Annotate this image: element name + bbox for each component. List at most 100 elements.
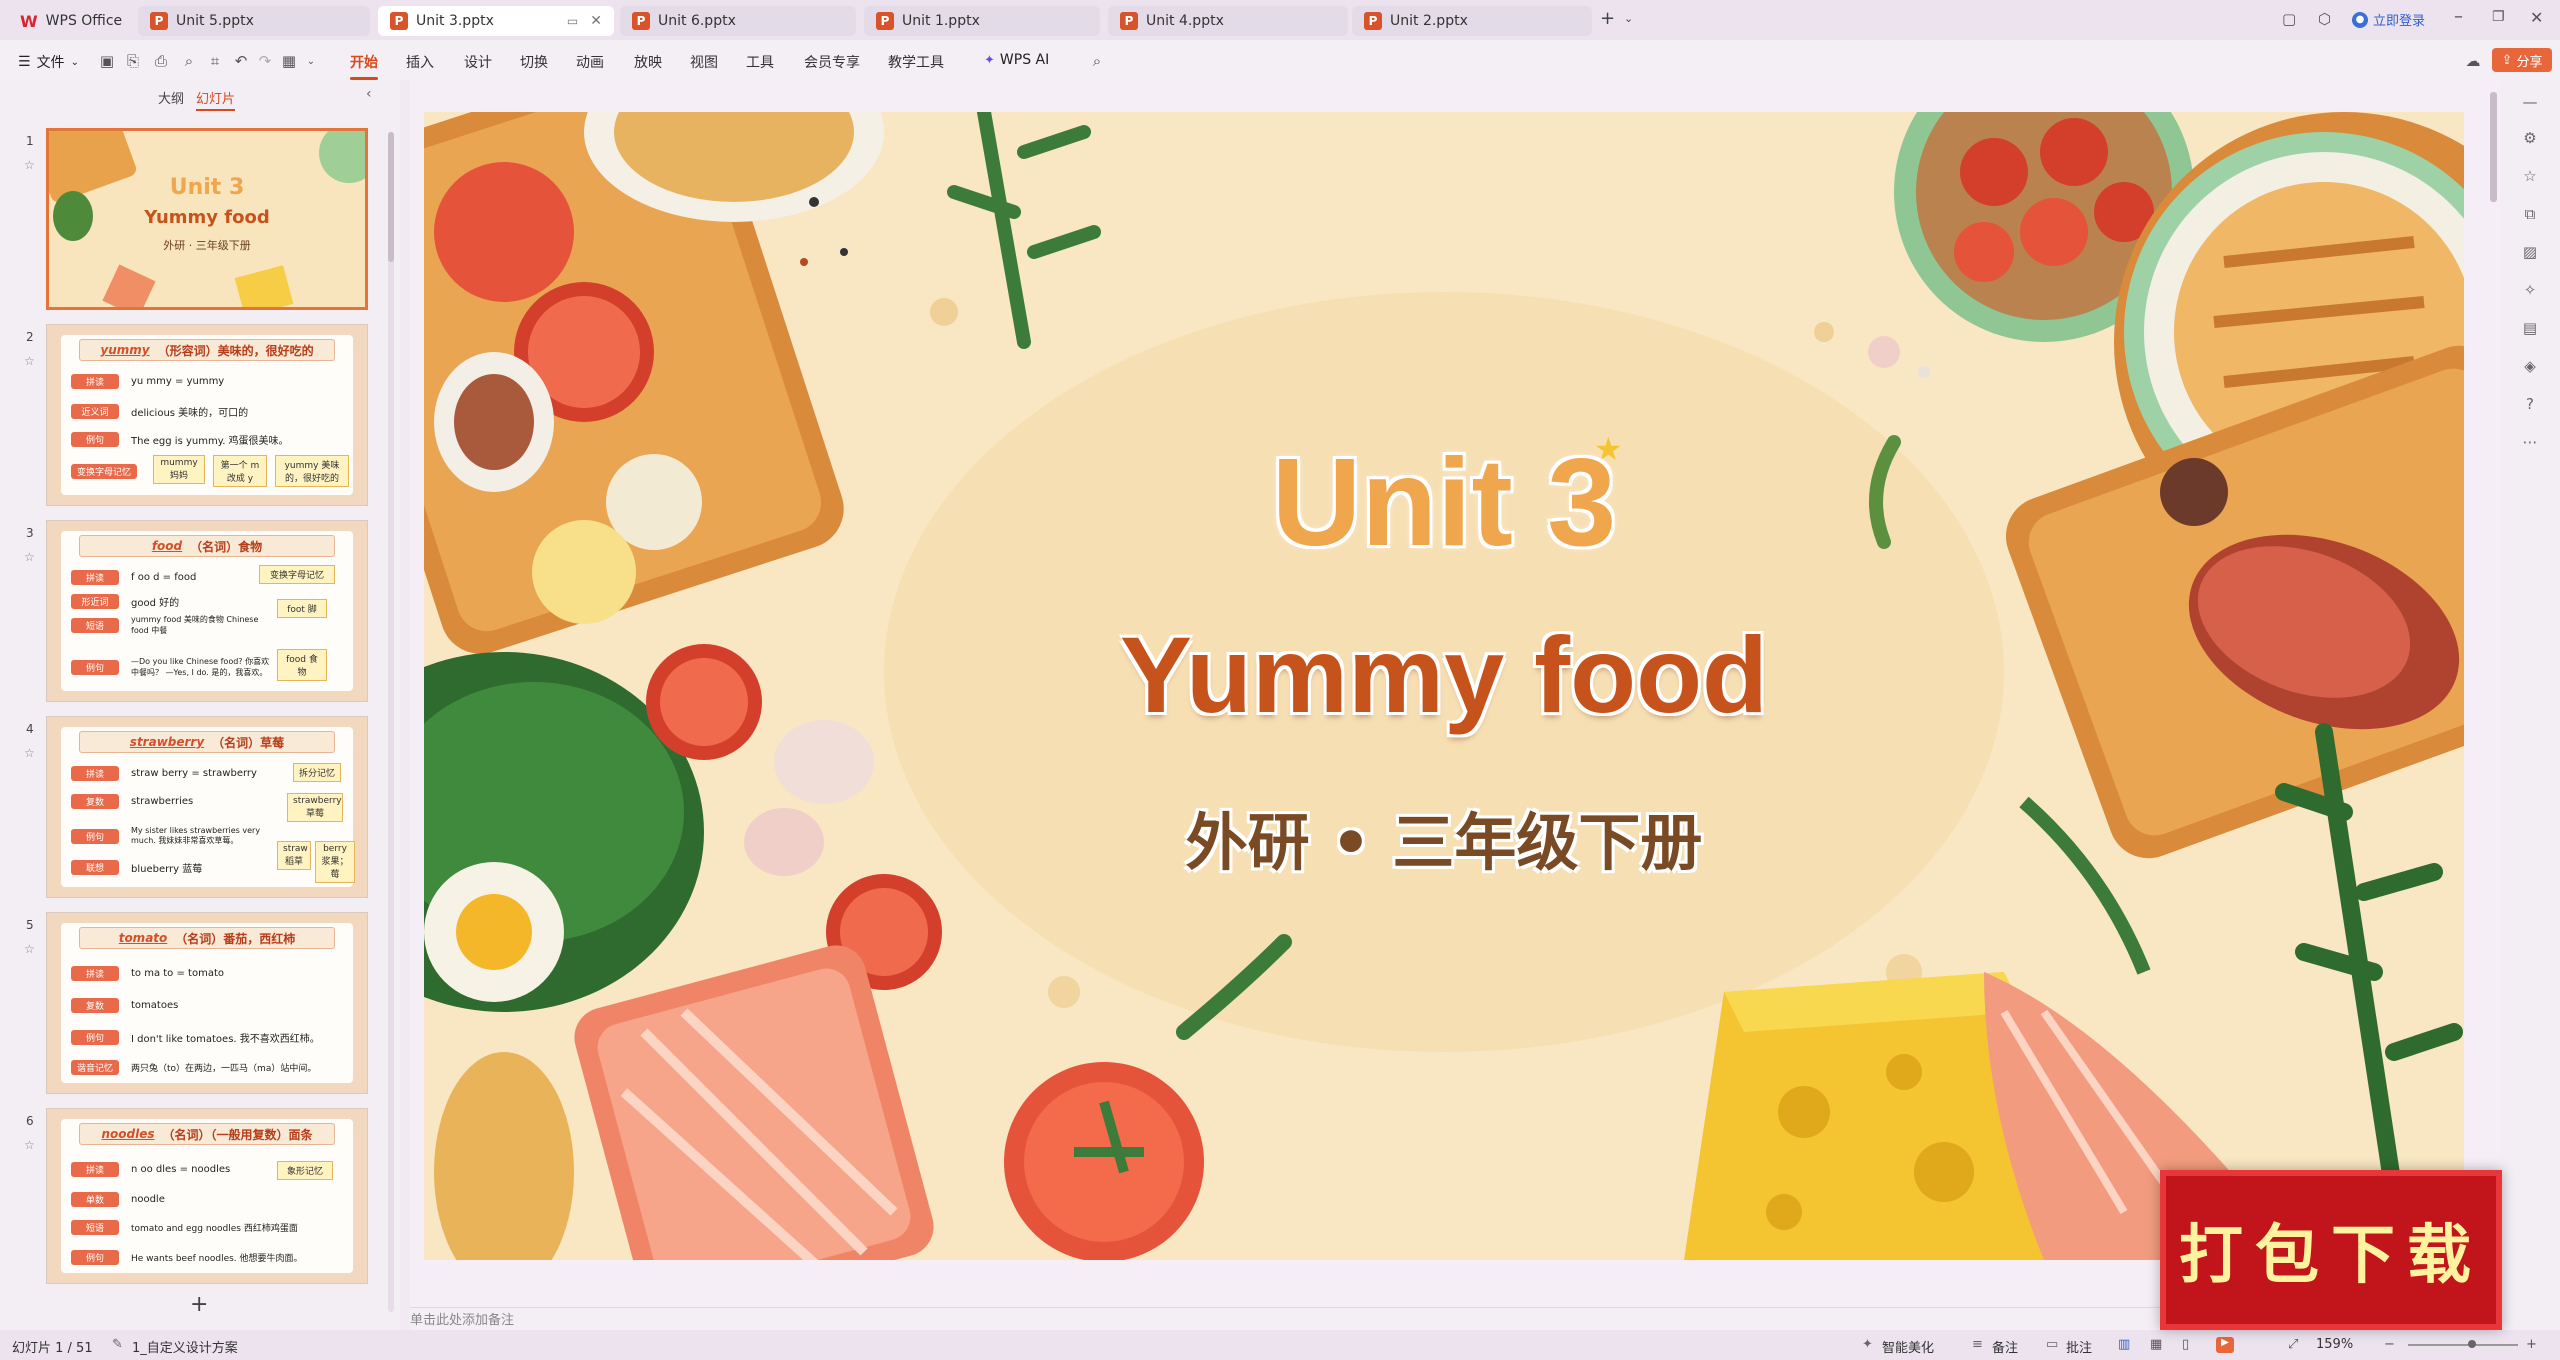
play-slideshow-icon[interactable]: ▶ bbox=[2216, 1337, 2234, 1353]
fit-window-icon[interactable]: ⤢ bbox=[2288, 1337, 2298, 1352]
tab-slides[interactable]: 幻灯片 bbox=[196, 88, 236, 111]
wps-logo-icon: W bbox=[20, 11, 38, 31]
favorite-star-icon[interactable]: ☆ bbox=[24, 158, 35, 172]
menu-dash-icon[interactable]: — bbox=[2518, 90, 2542, 114]
tab-unit1[interactable]: P Unit 1.pptx bbox=[864, 6, 1100, 36]
panel-scrollbar-thumb[interactable] bbox=[388, 132, 394, 262]
menu-insert[interactable]: 插入 bbox=[406, 52, 434, 72]
save-icon[interactable]: ▣ bbox=[96, 50, 118, 72]
menu-transition[interactable]: 切换 bbox=[520, 52, 548, 72]
favorite-star-icon[interactable]: ☆ bbox=[24, 550, 35, 564]
restore-icon[interactable]: ❐ bbox=[2492, 9, 2505, 25]
slide-thumbnail-4[interactable]: strawberry （名词）草莓 拼读 straw berry = strawbe… bbox=[46, 716, 368, 898]
close-tab-icon[interactable]: ✕ bbox=[590, 13, 602, 29]
badge-icon[interactable]: ◈ bbox=[2518, 354, 2542, 378]
thumb-row: 变换字母记忆 bbox=[71, 463, 149, 479]
print-icon[interactable]: ⎙ bbox=[150, 50, 172, 72]
menu-view[interactable]: 视图 bbox=[690, 52, 718, 72]
panel-scrollbar-track[interactable] bbox=[388, 132, 394, 1312]
menu-design[interactable]: 设计 bbox=[464, 52, 492, 72]
properties-icon[interactable]: ⚙ bbox=[2518, 126, 2542, 150]
tab-wps-office[interactable]: W WPS Office bbox=[8, 6, 138, 36]
zoom-level[interactable]: 159% bbox=[2316, 1337, 2353, 1352]
format-painter-icon[interactable]: ⌗ bbox=[204, 50, 226, 72]
close-window-icon[interactable]: ✕ bbox=[2530, 8, 2543, 27]
wps-ai-button[interactable]: ✦ WPS AI bbox=[984, 52, 1049, 68]
copy-layer-icon[interactable]: ⧉ bbox=[2518, 202, 2542, 226]
menu-slideshow[interactable]: 放映 bbox=[634, 52, 662, 72]
zoom-out-icon[interactable]: − bbox=[2384, 1337, 2395, 1352]
favorites-icon[interactable]: ☆ bbox=[2518, 164, 2542, 188]
comment-button[interactable]: 批注 bbox=[2066, 1337, 2092, 1356]
quick-access-chevron-icon[interactable]: ⌄ bbox=[300, 50, 322, 72]
row-text: straw berry = strawberry bbox=[131, 767, 257, 779]
help-icon[interactable]: ? bbox=[2518, 392, 2542, 416]
tab-unit3[interactable]: P Unit 3.pptx ▭ ✕ bbox=[378, 6, 614, 36]
favorite-star-icon[interactable]: ☆ bbox=[24, 942, 35, 956]
thumb-word: tomato bbox=[118, 931, 168, 945]
magic-icon[interactable]: ✧ bbox=[2518, 278, 2542, 302]
tab-unit4[interactable]: P Unit 4.pptx bbox=[1108, 6, 1348, 36]
slide-caption[interactable]: 外研 • 三年级下册 bbox=[424, 792, 2464, 882]
collapse-panel-icon[interactable]: ‹ bbox=[366, 86, 372, 102]
slide-thumbnail-2[interactable]: yummy （形容词）美味的，很好吃的 拼读 yu mmy = yummy 近义词 d… bbox=[46, 324, 368, 506]
favorite-star-icon[interactable]: ☆ bbox=[24, 746, 35, 760]
favorite-star-icon[interactable]: ☆ bbox=[24, 1138, 35, 1152]
canvas-scrollbar-thumb[interactable] bbox=[2490, 92, 2497, 202]
file-menu[interactable]: ☰ 文件 ⌄ bbox=[18, 52, 79, 72]
login-button[interactable]: ● 立即登录 bbox=[2352, 10, 2425, 29]
window-layout-icon[interactable]: ▢ bbox=[2282, 10, 2296, 28]
minimize-icon[interactable]: – bbox=[2454, 6, 2463, 27]
cloud-sync-icon[interactable]: ☁ bbox=[2462, 50, 2484, 72]
menu-animation[interactable]: 动画 bbox=[576, 52, 604, 72]
row-label: 形近词 bbox=[71, 593, 119, 609]
tab-unit6[interactable]: P Unit 6.pptx bbox=[620, 6, 856, 36]
current-slide[interactable]: ★ Unit 3 Yummy food 外研 • 三年级下册 bbox=[424, 112, 2464, 1260]
more-options-icon[interactable]: ⋯ bbox=[2518, 430, 2542, 454]
theme-name[interactable]: 1_自定义设计方案 bbox=[132, 1337, 238, 1356]
zoom-slider[interactable] bbox=[2408, 1344, 2518, 1346]
row-label: 例句 bbox=[71, 1249, 119, 1265]
slide-thumbnail-5[interactable]: tomato （名词）番茄，西红柿 拼读 to ma to = tomato 复数 t… bbox=[46, 912, 368, 1094]
zoom-in-icon[interactable]: + bbox=[2526, 1337, 2537, 1352]
add-slide-button[interactable]: + bbox=[190, 1292, 208, 1317]
undo-icon[interactable]: ↶ bbox=[230, 50, 252, 72]
export-icon[interactable]: ⎘ bbox=[122, 50, 144, 72]
favorite-star-icon[interactable]: ☆ bbox=[24, 354, 35, 368]
normal-view-icon[interactable]: ▥ bbox=[2118, 1337, 2130, 1352]
menu-member[interactable]: 会员专享 bbox=[804, 52, 860, 72]
tab-list-chevron-icon[interactable]: ⌄ bbox=[1624, 12, 1633, 25]
book-icon[interactable]: ▤ bbox=[2518, 316, 2542, 340]
slide-thumbnail-1[interactable]: Unit 3 Yummy food 外研 · 三年级下册 bbox=[46, 128, 368, 310]
menu-home[interactable]: 开始 bbox=[350, 52, 378, 80]
row-label: 例句 bbox=[71, 1029, 119, 1045]
beautify-button[interactable]: 智能美化 bbox=[1882, 1337, 1934, 1356]
tab-unit5[interactable]: P Unit 5.pptx bbox=[138, 6, 370, 36]
row-text: blueberry 蓝莓 bbox=[131, 863, 203, 875]
share-button[interactable]: ⇪ 分享 bbox=[2492, 48, 2552, 72]
search-icon[interactable]: ⌕ bbox=[1086, 50, 1108, 72]
tab-unit2[interactable]: P Unit 2.pptx bbox=[1352, 6, 1592, 36]
download-banner[interactable]: 打包下载 bbox=[2160, 1170, 2502, 1330]
preview-icon[interactable]: ⌕ bbox=[178, 50, 200, 72]
thumb-note: 变换字母记忆 bbox=[259, 565, 335, 584]
cube-icon[interactable]: ⬡ bbox=[2318, 10, 2331, 28]
thumb-subtitle: Yummy food bbox=[144, 207, 270, 228]
image-tools-icon[interactable]: ▨ bbox=[2518, 240, 2542, 264]
redo-icon[interactable]: ↷ bbox=[254, 50, 276, 72]
monitor-icon[interactable]: ▭ bbox=[567, 14, 578, 28]
quick-access-icon[interactable]: ▦ bbox=[278, 50, 300, 72]
slide-thumbnail-6[interactable]: noodles （名词）（一般用复数）面条 拼读 n oo dles = noodl… bbox=[46, 1108, 368, 1284]
slide-title[interactable]: Unit 3 bbox=[424, 432, 2464, 574]
row-label: 单数 bbox=[71, 1191, 119, 1207]
tab-outline[interactable]: 大纲 bbox=[158, 88, 184, 107]
menu-teaching-tools[interactable]: 教学工具 bbox=[888, 52, 944, 72]
slide-subtitle[interactable]: Yummy food bbox=[424, 612, 2464, 737]
slide-thumbnail-3[interactable]: food （名词）食物 拼读 f oo d = food 形近词 good 好的 短语… bbox=[46, 520, 368, 702]
notes-button[interactable]: 备注 bbox=[1992, 1337, 2018, 1356]
zoom-slider-handle[interactable] bbox=[2468, 1340, 2476, 1348]
reading-view-icon[interactable]: ▯ bbox=[2182, 1337, 2189, 1352]
new-tab-button[interactable]: + bbox=[1600, 8, 1615, 29]
menu-tools[interactable]: 工具 bbox=[746, 52, 774, 72]
slide-sorter-icon[interactable]: ▦ bbox=[2150, 1337, 2162, 1352]
